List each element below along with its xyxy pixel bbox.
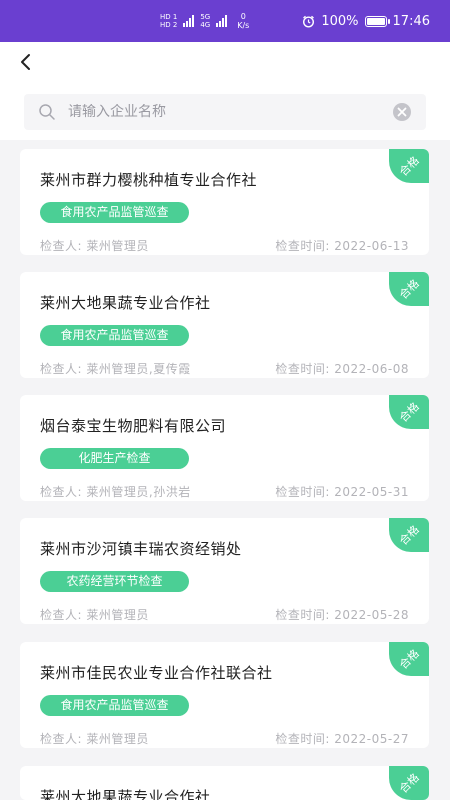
- date-line: 检查时间: 2022-06-13: [275, 237, 409, 254]
- inspector-name: 莱州管理员,孙洪岩: [86, 485, 191, 499]
- inspector-line: 检查人: 莱州管理员,孙洪岩: [40, 483, 191, 500]
- search-icon: [39, 104, 55, 120]
- clear-button[interactable]: [392, 102, 412, 122]
- inspector-name: 莱州管理员: [86, 239, 149, 253]
- date-line: 检查时间: 2022-06-08: [275, 360, 409, 377]
- company-name: 莱州市沙河镇丰瑞农资经销处: [40, 540, 242, 558]
- status-label: 合格: [396, 522, 422, 548]
- signal-icon-2: [216, 15, 228, 27]
- company-name: 莱州市佳民农业专业合作社联合社: [40, 664, 273, 682]
- inspection-type-tag: 食用农产品监管巡查: [40, 695, 189, 716]
- inspection-date: 2022-06-13: [334, 239, 409, 253]
- close-icon: [393, 103, 411, 121]
- date-label: 检查时间:: [275, 608, 330, 622]
- inspector-name: 莱州管理员: [86, 608, 149, 622]
- status-badge: 合格: [389, 766, 429, 800]
- status-label: 合格: [396, 770, 422, 796]
- inspection-type-tag: 化肥生产检查: [40, 448, 189, 469]
- inspector-line: 检查人: 莱州管理员: [40, 730, 149, 747]
- speed-value: 0: [240, 12, 246, 21]
- hd2-label: HD 2: [160, 21, 178, 29]
- clock: 17:46: [392, 13, 430, 29]
- company-name: 莱州大地果蔬专业合作社: [40, 294, 211, 312]
- status-badge: 合格: [389, 642, 429, 676]
- inspection-date: 2022-06-08: [334, 362, 409, 376]
- inspection-date: 2022-05-31: [334, 485, 409, 499]
- inspection-date: 2022-05-28: [334, 608, 409, 622]
- inspector-label: 检查人:: [40, 362, 83, 376]
- date-label: 检查时间:: [275, 732, 330, 746]
- date-label: 检查时间:: [275, 362, 330, 376]
- search-input[interactable]: [68, 104, 392, 120]
- date-line: 检查时间: 2022-05-27: [275, 730, 409, 747]
- inspector-line: 检查人: 莱州管理员: [40, 606, 149, 623]
- battery-icon: [364, 15, 390, 27]
- status-label: 合格: [396, 153, 422, 179]
- inspection-card[interactable]: 莱州市群力樱桃种植专业合作社 食用农产品监管巡查 检查人: 莱州管理员 检查时间…: [20, 149, 429, 255]
- status-label: 合格: [396, 276, 422, 302]
- inspector-name: 莱州管理员,夏传霞: [86, 362, 191, 376]
- status-label: 合格: [396, 399, 422, 425]
- company-name: 莱州大地果蔬专业合作社: [40, 788, 211, 800]
- status-badge: 合格: [389, 272, 429, 306]
- inspector-line: 检查人: 莱州管理员: [40, 237, 149, 254]
- inspection-card[interactable]: 莱州大地果蔬专业合作社 食用农产品监管巡查 检查人: 莱州管理员,夏传霞 检查时…: [20, 272, 429, 378]
- date-label: 检查时间:: [275, 485, 330, 499]
- inspection-type-tag: 食用农产品监管巡查: [40, 202, 189, 223]
- network-indicators: HD 1 HD 2 5G 4G 0 K/s: [160, 12, 249, 30]
- inspection-card[interactable]: 莱州市沙河镇丰瑞农资经销处 农药经营环节检查 检查人: 莱州管理员 检查时间: …: [20, 518, 429, 624]
- status-label: 合格: [396, 646, 422, 672]
- back-button[interactable]: [14, 50, 38, 74]
- inspection-card[interactable]: 莱州市佳民农业专业合作社联合社 食用农产品监管巡查 检查人: 莱州管理员 检查时…: [20, 642, 429, 748]
- hd-badges: HD 1 HD 2: [160, 13, 177, 29]
- chevron-left-icon: [21, 54, 30, 70]
- status-bar: HD 1 HD 2 5G 4G 0 K/s 100% 17:46: [0, 0, 450, 42]
- net1-label: 5G: [200, 13, 211, 21]
- hd1-label: HD 1: [160, 13, 178, 21]
- status-right: 100% 17:46: [302, 14, 430, 29]
- net2-label: 4G: [200, 21, 211, 29]
- signal-icon: [183, 15, 195, 27]
- alarm-icon: [303, 15, 315, 28]
- date-line: 检查时间: 2022-05-31: [275, 483, 409, 500]
- inspector-line: 检查人: 莱州管理员,夏传霞: [40, 360, 191, 377]
- status-badge: 合格: [389, 149, 429, 183]
- company-name: 烟台泰宝生物肥料有限公司: [40, 417, 227, 435]
- inspector-label: 检查人:: [40, 608, 83, 622]
- network-type: 5G 4G: [200, 13, 210, 29]
- inspector-label: 检查人:: [40, 485, 83, 499]
- company-name: 莱州市群力樱桃种植专业合作社: [40, 171, 258, 189]
- inspection-card[interactable]: 莱州大地果蔬专业合作社 合格: [20, 766, 429, 800]
- net-speed: 0 K/s: [237, 12, 249, 30]
- battery-percent: 100%: [321, 13, 359, 29]
- status-badge: 合格: [389, 518, 429, 552]
- inspection-card[interactable]: 烟台泰宝生物肥料有限公司 化肥生产检查 检查人: 莱州管理员,孙洪岩 检查时间:…: [20, 395, 429, 501]
- inspection-date: 2022-05-27: [334, 732, 409, 746]
- date-line: 检查时间: 2022-05-28: [275, 606, 409, 623]
- speed-unit: K/s: [237, 21, 250, 30]
- inspection-type-tag: 农药经营环节检查: [40, 571, 189, 592]
- status-badge: 合格: [389, 395, 429, 429]
- inspector-name: 莱州管理员: [86, 732, 149, 746]
- header: [0, 42, 450, 140]
- date-label: 检查时间:: [275, 239, 330, 253]
- search-bar[interactable]: [24, 94, 426, 130]
- inspection-type-tag: 食用农产品监管巡查: [40, 325, 189, 346]
- inspector-label: 检查人:: [40, 732, 83, 746]
- inspector-label: 检查人:: [40, 239, 83, 253]
